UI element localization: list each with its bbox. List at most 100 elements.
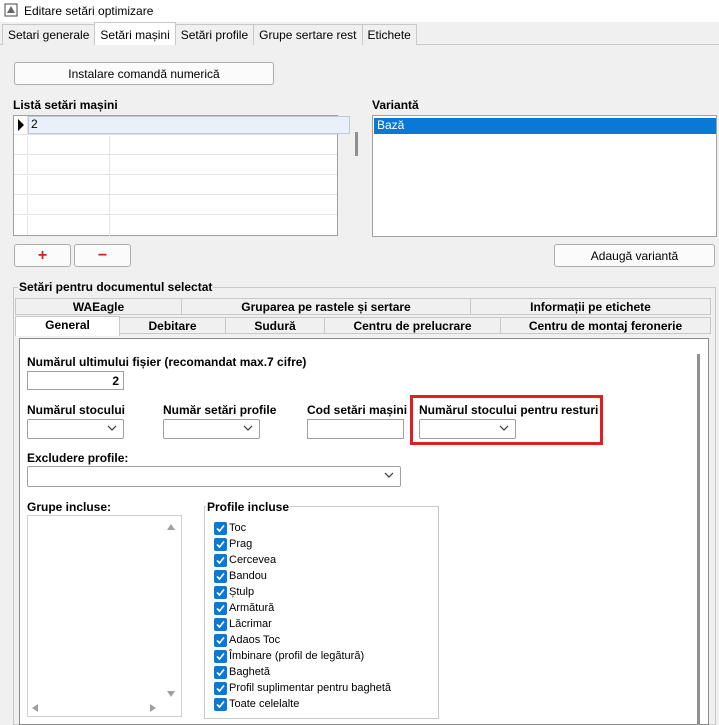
profile-checkbox-row[interactable]: Cercevea xyxy=(214,553,276,567)
install-numeric-command-button[interactable]: Instalare comandă numerică xyxy=(14,62,274,85)
table-row xyxy=(14,136,337,155)
profile-checkbox-label: Bandou xyxy=(229,570,267,582)
list-item[interactable]: Bază xyxy=(374,118,716,134)
panel-scrollbar[interactable] xyxy=(697,354,700,725)
profile-checkbox-label: Toc xyxy=(229,522,247,534)
app-icon xyxy=(4,3,18,17)
chevron-down-icon xyxy=(107,425,117,431)
tab-centru-montaj[interactable]: Centru de montaj feronerie xyxy=(500,317,711,334)
chevron-down-icon xyxy=(384,472,394,478)
table-row[interactable]: 2 xyxy=(14,116,350,135)
check-icon xyxy=(216,556,225,564)
tab-informatii-etichete[interactable]: Informații pe etichete xyxy=(470,298,711,315)
check-icon xyxy=(216,572,225,580)
checkbox[interactable] xyxy=(214,569,227,583)
checkbox[interactable] xyxy=(214,585,227,599)
profile-checkbox-row[interactable]: Toc xyxy=(214,521,246,535)
checkbox[interactable] xyxy=(214,697,227,711)
current-row-icon xyxy=(18,119,24,131)
profile-checkbox-row[interactable]: Baghetă xyxy=(214,665,270,679)
tab-setari-masini[interactable]: Setări mașini xyxy=(94,22,176,45)
profile-checkbox-row[interactable]: Armătură xyxy=(214,601,274,615)
main-tabs: Setari generale Setări mașini Setări pro… xyxy=(2,22,417,45)
tab-debitare[interactable]: Debitare xyxy=(119,317,226,334)
profile-checkbox-label: Armătură xyxy=(229,602,275,614)
selected-doc-label: Setări pentru documentul selectat xyxy=(18,280,214,294)
machines-label: Listă setări mașini xyxy=(13,98,118,112)
table-row xyxy=(14,216,337,235)
profile-checkbox-row[interactable]: Prag xyxy=(214,537,252,551)
table-row xyxy=(14,196,337,215)
profile-checkbox-label: Cercevea xyxy=(229,554,277,566)
rest-stock-select[interactable] xyxy=(419,419,516,439)
profile-checkbox-row[interactable]: Ștulp xyxy=(214,585,254,599)
checkbox[interactable] xyxy=(214,537,227,551)
profile-settings-select[interactable] xyxy=(163,419,260,439)
grid-divider xyxy=(109,136,110,236)
add-machine-button[interactable]: + xyxy=(14,244,71,267)
profile-checkbox-row[interactable]: Lăcrimar xyxy=(214,617,272,631)
tab-setari-profile[interactable]: Setări profile xyxy=(174,24,255,45)
tab-gruparea-rastele[interactable]: Gruparea pe rastele și sertare xyxy=(181,298,471,315)
machines-grid: 2 xyxy=(13,115,350,236)
check-icon xyxy=(216,668,225,676)
chevron-down-icon xyxy=(499,425,509,431)
profile-checkbox-label: Profil suplimentar pentru baghetă xyxy=(229,682,392,694)
profile-checkbox-label: Baghetă xyxy=(229,666,270,678)
check-icon xyxy=(216,604,225,612)
profile-checkbox-label: Lăcrimar xyxy=(229,618,272,630)
machines-scrollbar[interactable] xyxy=(355,132,358,156)
table-row xyxy=(14,156,337,175)
checkbox[interactable] xyxy=(214,681,227,695)
add-variant-button[interactable]: Adaugă variantă xyxy=(554,244,715,267)
profile-checkbox-label: Toate celelalte xyxy=(229,698,300,710)
minus-icon: − xyxy=(97,246,108,264)
window-title: Editare setări optimizare xyxy=(24,4,154,18)
profile-checkbox-label: Ștulp xyxy=(229,586,255,598)
tab-sudura[interactable]: Sudură xyxy=(225,317,325,334)
check-icon xyxy=(216,700,225,708)
last-file-label: Numărul ultimului fișier (recomandat max… xyxy=(27,355,307,369)
checkbox[interactable] xyxy=(214,665,227,679)
exclude-profiles-select[interactable] xyxy=(27,466,401,487)
checkbox[interactable] xyxy=(214,633,227,647)
tab-etichete[interactable]: Etichete xyxy=(361,24,417,45)
profile-checkbox-row[interactable]: Profil suplimentar pentru baghetă xyxy=(214,681,391,695)
variant-label: Variantă xyxy=(372,98,419,112)
profile-checkbox-row[interactable]: Toate celelalte xyxy=(214,697,299,711)
stock-label: Numărul stocului xyxy=(27,403,126,417)
check-icon xyxy=(216,540,225,548)
tab-general[interactable]: General xyxy=(15,316,120,336)
chevron-down-icon xyxy=(243,425,253,431)
check-icon xyxy=(216,684,225,692)
machine-code-input[interactable] xyxy=(307,419,404,439)
profile-checkbox-row[interactable]: Bandou xyxy=(214,569,267,583)
machine-cell[interactable]: 2 xyxy=(28,116,350,134)
row-indicator xyxy=(14,116,28,134)
checkbox[interactable] xyxy=(214,601,227,615)
tab-grupe-sertare-rest[interactable]: Grupe sertare rest xyxy=(253,24,363,45)
last-file-input[interactable]: 2 xyxy=(27,371,124,390)
scroll-up-icon xyxy=(167,524,175,530)
tab-setari-generale[interactable]: Setari generale xyxy=(2,24,96,45)
checkbox[interactable] xyxy=(214,521,227,535)
tab-waeagle[interactable]: WAEagle xyxy=(15,298,182,315)
checkbox[interactable] xyxy=(214,617,227,631)
profile-checkbox-label: Prag xyxy=(229,538,253,550)
profile-checkbox-row[interactable]: Îmbinare (profil de legătură) xyxy=(214,649,364,663)
checkbox[interactable] xyxy=(214,553,227,567)
profile-settings-label: Număr setări profile xyxy=(163,403,277,417)
scroll-left-icon xyxy=(32,704,38,712)
remove-machine-button[interactable]: − xyxy=(74,244,131,267)
profile-checkbox-row[interactable]: Adaos Toc xyxy=(214,633,280,647)
groups-list[interactable] xyxy=(27,515,182,717)
checkbox[interactable] xyxy=(214,649,227,663)
check-icon xyxy=(216,636,225,644)
profiles-label: Profile incluse xyxy=(206,500,291,514)
table-row xyxy=(14,176,337,195)
stock-select[interactable] xyxy=(27,419,124,439)
tab-centru-prelucrare[interactable]: Centru de prelucrare xyxy=(324,317,501,334)
profile-checkbox-label: Adaos Toc xyxy=(229,634,281,646)
scroll-down-icon xyxy=(167,691,175,697)
groups-label: Grupe incluse: xyxy=(27,500,112,514)
